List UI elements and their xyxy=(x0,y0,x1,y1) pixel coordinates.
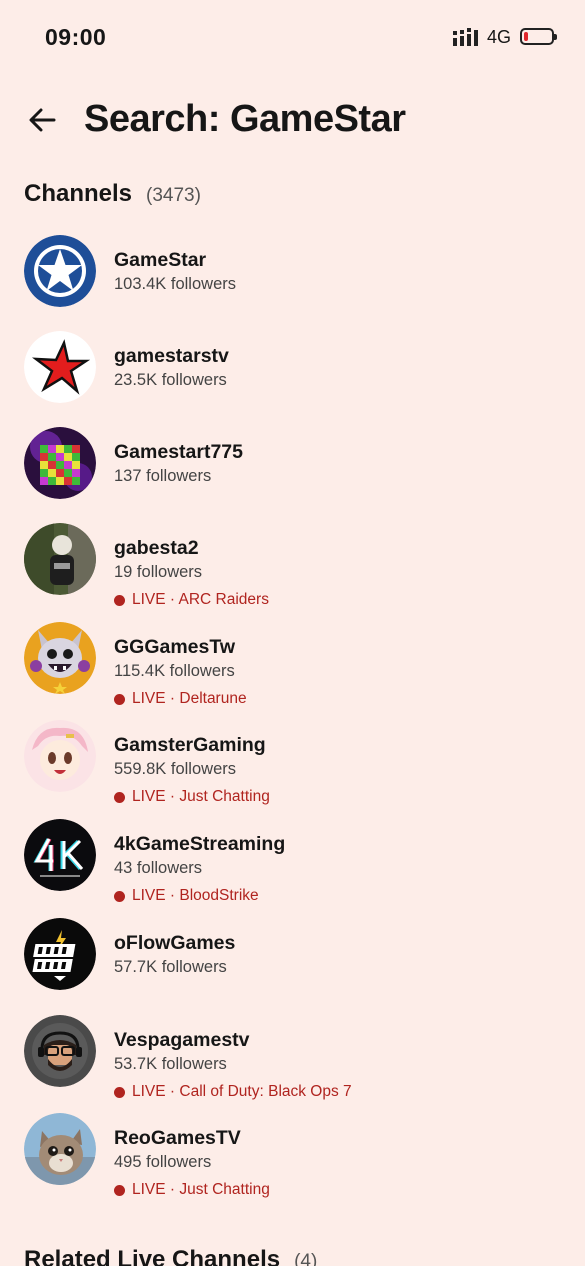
section-title: Related Live Channels xyxy=(24,1246,281,1266)
channel-row[interactable]: GameStar 103.4K followers xyxy=(0,232,585,312)
channel-followers: 19 followers xyxy=(114,563,203,581)
cat-mascot-icon xyxy=(24,622,96,694)
channel-name: GamsterGaming xyxy=(114,734,266,756)
live-status: LIVE · Just Chatting xyxy=(114,1181,270,1199)
channel-name: oFlowGames xyxy=(114,932,236,954)
live-label: LIVE · Deltarune xyxy=(132,690,247,707)
person-photo xyxy=(24,523,96,595)
channel-followers: 559.8K followers xyxy=(114,760,236,778)
battery-level xyxy=(524,32,528,41)
channel-name: gamestarstv xyxy=(114,345,229,367)
live-label: LIVE · Just Chatting xyxy=(132,1181,270,1198)
star-badge-icon xyxy=(24,235,96,307)
channel-row[interactable]: GamsterGaming 559.8K followers LIVE · Ju… xyxy=(0,717,585,805)
channel-row[interactable]: oFlowGames 57.7K followers xyxy=(0,915,585,995)
status-time: 09:00 xyxy=(45,24,107,50)
network-type: 4G xyxy=(487,27,512,47)
live-dot-icon xyxy=(114,1086,125,1098)
flow-games-logo-icon xyxy=(24,918,96,990)
channel-row[interactable]: gabesta2 19 followers LIVE · ARC Raiders xyxy=(0,520,585,608)
channel-followers: 115.4K followers xyxy=(114,662,235,680)
live-status: LIVE · BloodStrike xyxy=(114,887,259,905)
channel-followers: 53.7K followers xyxy=(114,1055,227,1073)
live-label: LIVE · Call of Duty: Black Ops 7 xyxy=(132,1083,352,1100)
channel-name: GameStar xyxy=(114,249,207,271)
section-count: (3473) xyxy=(146,185,201,206)
live-label: LIVE · Just Chatting xyxy=(132,788,270,805)
red-star-icon xyxy=(24,331,96,403)
channel-followers: 103.4K followers xyxy=(114,275,236,293)
signal-icon xyxy=(453,28,478,46)
channel-row[interactable]: gamestarstv 23.5K followers xyxy=(0,328,585,408)
bearded-gamer-icon xyxy=(24,1015,96,1087)
back-arrow-icon[interactable] xyxy=(24,102,60,138)
kitten-photo xyxy=(24,1113,96,1185)
live-dot-icon xyxy=(114,890,125,902)
channel-name: GGGamesTw xyxy=(114,636,236,658)
battery-icon xyxy=(520,28,557,45)
channel-followers: 57.7K followers xyxy=(114,958,227,976)
channel-name: ReoGamesTV xyxy=(114,1127,241,1149)
live-status: LIVE · Just Chatting xyxy=(114,788,270,806)
section-title: Channels xyxy=(24,180,133,207)
status-bar: 09:00 4G xyxy=(0,0,585,70)
live-label: LIVE · ARC Raiders xyxy=(132,591,269,608)
page-title: Search: GameStar xyxy=(84,98,406,140)
live-dot-icon xyxy=(114,1184,125,1196)
anime-girl-icon xyxy=(24,720,96,792)
channel-name: Vespagamestv xyxy=(114,1029,250,1051)
live-status: LIVE · Call of Duty: Black Ops 7 xyxy=(114,1083,352,1101)
channel-name: 4kGameStreaming xyxy=(114,833,286,855)
channel-name: Gamestart775 xyxy=(114,441,243,463)
channel-row[interactable]: 4kGameStreaming 43 followers LIVE · Bloo… xyxy=(0,816,585,904)
pixel-cube-icon xyxy=(24,427,96,499)
section-count: (4) xyxy=(294,1251,318,1266)
4k-logo-icon xyxy=(24,819,96,891)
header: Search: GameStar xyxy=(0,92,585,148)
live-dot-icon xyxy=(114,791,125,803)
channel-followers: 43 followers xyxy=(114,859,203,877)
live-dot-icon xyxy=(114,594,125,606)
channel-row[interactable]: GGGamesTw 115.4K followers LIVE · Deltar… xyxy=(0,619,585,707)
channel-row[interactable]: Gamestart775 137 followers xyxy=(0,424,585,504)
live-status: LIVE · Deltarune xyxy=(114,690,247,708)
live-dot-icon xyxy=(114,693,125,705)
live-label: LIVE · BloodStrike xyxy=(132,887,259,904)
channels-section-header: Channels (3473) xyxy=(24,180,201,208)
channel-row[interactable]: Vespagamestv 53.7K followers LIVE · Call… xyxy=(0,1012,585,1100)
channel-followers: 23.5K followers xyxy=(114,371,227,389)
channel-followers: 137 followers xyxy=(114,467,212,485)
live-status: LIVE · ARC Raiders xyxy=(114,591,269,609)
channel-name: gabesta2 xyxy=(114,537,199,559)
channel-followers: 495 followers xyxy=(114,1153,212,1171)
related-section-header: Related Live Channels (4) xyxy=(24,1246,317,1266)
channel-row[interactable]: ReoGamesTV 495 followers LIVE · Just Cha… xyxy=(0,1110,585,1198)
